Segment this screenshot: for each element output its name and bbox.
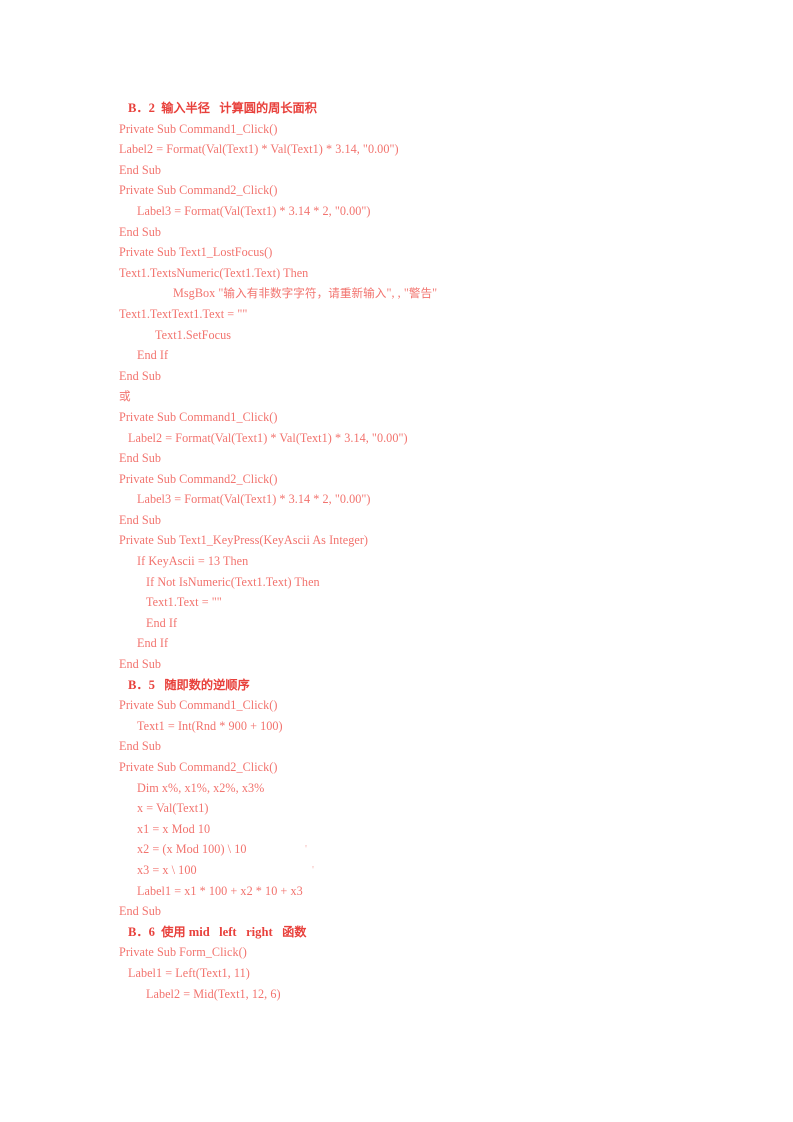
code-line: End Sub xyxy=(119,657,161,672)
code-line: End Sub xyxy=(119,512,161,527)
code-line: 或 xyxy=(119,386,679,407)
code-line: End If xyxy=(146,615,178,630)
code-line: Label2 = Mid(Text1, 12, 6) xyxy=(146,986,281,1001)
code-line: Private Sub Command1_Click() xyxy=(119,409,278,424)
code-line: x3 = x \ 100 ' xyxy=(119,860,679,881)
cjk-text: 输入半径 xyxy=(161,101,210,115)
code-line: x1 = x Mod 10 xyxy=(137,821,211,836)
cjk-text: 随即数的逆顺序 xyxy=(164,677,250,692)
code-line: End Sub xyxy=(119,224,161,239)
code-line: Private Sub Form_Click() xyxy=(119,945,247,960)
code-line: If Not IsNumeric(Text1.Text) Then xyxy=(146,574,320,589)
cjk-text: 函数 xyxy=(282,924,307,939)
code-line: x2 = (x Mod 100) \ 10 ' xyxy=(119,839,679,860)
code-line: Label1 = Left(Text1, 11) xyxy=(128,965,250,980)
code-line: Private Sub Text1_KeyPress(KeyAscii As I… xyxy=(119,533,369,548)
cjk-text: 输入有非数字字符，请重新输入 xyxy=(223,286,387,301)
cjk-text: ． xyxy=(136,924,149,939)
code-line: Private Sub Text1_LostFocus() xyxy=(119,245,273,260)
document-page: B．2 输入半径 计算圆的周长面积 Private Sub Command1_Cl… xyxy=(0,0,793,1122)
cjk-text: ． xyxy=(136,677,149,692)
cjk-text: 警告 xyxy=(408,286,433,301)
comment-mark: ' xyxy=(305,843,308,856)
code-line: Text1 = Int(Rnd * 900 + 100) xyxy=(137,718,283,733)
comment-mark: ' xyxy=(312,863,315,876)
section-heading: B．2 输入半径 计算圆的周长面积 xyxy=(128,101,317,115)
code-line: End Sub xyxy=(119,904,161,919)
cjk-text: 使用 xyxy=(161,924,186,939)
code-line: Label3 = Format(Val(Text1) * 3.14 * 2, "… xyxy=(137,492,371,507)
code-line: Label2 = Format(Val(Text1) * Val(Text1) … xyxy=(128,430,408,445)
code-line: Label2 = Format(Val(Text1) * Val(Text1) … xyxy=(119,142,399,157)
section-heading: B．6 使用 mid left right 函数 xyxy=(128,924,307,939)
cjk-text: ． xyxy=(136,101,149,115)
code-line: End If xyxy=(137,348,169,363)
code-line: End Sub xyxy=(119,451,161,466)
code-line: Text1.SetFocus xyxy=(155,327,232,342)
code-line: Private Sub Command2_Click() xyxy=(119,183,278,198)
code-line: End If xyxy=(137,636,169,651)
code-line: Label1 = x1 * 100 + x2 * 10 + x3 xyxy=(137,883,303,898)
code-line: Private Sub Command1_Click() xyxy=(119,121,278,136)
code-line: Text1.Text = "" xyxy=(146,595,222,610)
code-line: x = Val(Text1) xyxy=(137,801,209,816)
code-line: Private Sub Command2_Click() xyxy=(119,760,278,774)
code-line: End Sub xyxy=(119,162,161,177)
code-line: End Sub xyxy=(119,368,161,383)
cjk-text: 或 xyxy=(119,389,131,404)
code-line: MsgBox "输入有非数字字符，请重新输入", , "警告" xyxy=(173,286,438,301)
code-line: Text1.TextText1.Text = "" xyxy=(119,306,248,321)
code-line: End Sub xyxy=(119,739,161,754)
cjk-text: 计算圆的周长面积 xyxy=(219,101,317,115)
code-line: Label3 = Format(Val(Text1) * 3.14 * 2, "… xyxy=(137,203,371,218)
code-line: Dim x%, x1%, x2%, x3% xyxy=(137,780,265,795)
section-heading: B．5 随即数的逆顺序 xyxy=(128,677,250,692)
code-line: If KeyAscii = 13 Then xyxy=(137,554,249,569)
document-content: B．2 输入半径 计算圆的周长面积 Private Sub Command1_Cl… xyxy=(119,98,679,1004)
code-line: Text1.TextsNumeric(Text1.Text) Then xyxy=(119,265,309,280)
code-line: Private Sub Command1_Click() xyxy=(119,698,278,713)
code-line: Private Sub Command2_Click() xyxy=(119,471,278,486)
